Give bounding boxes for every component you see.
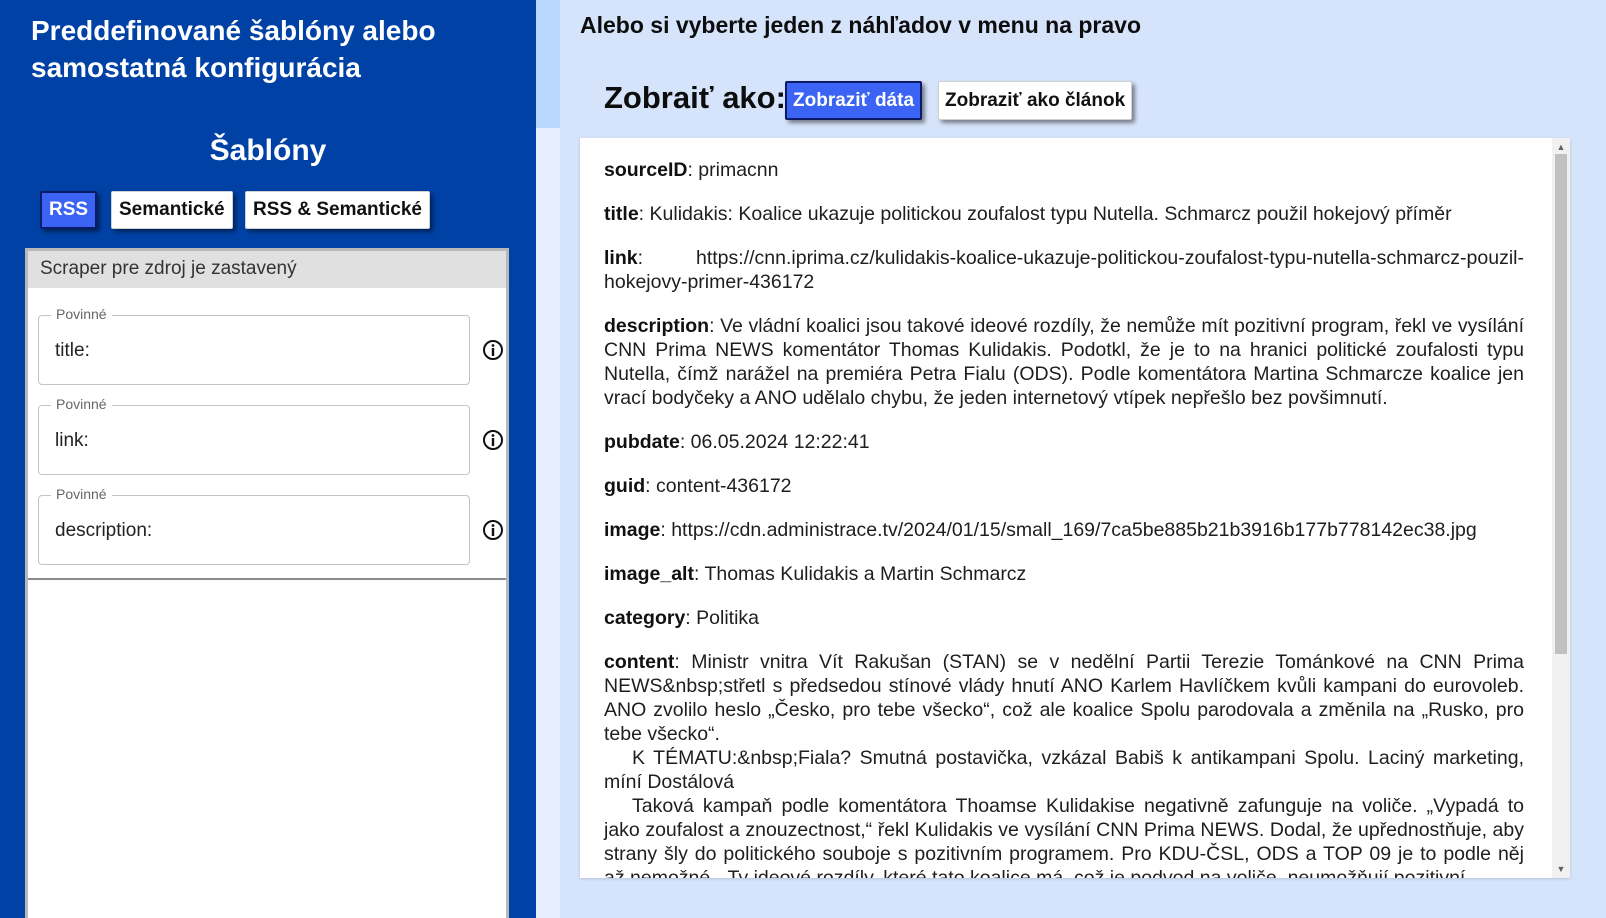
- data-item: guid: content-436172: [604, 474, 1524, 498]
- data-key: image: [604, 519, 661, 541]
- data-key: link: [604, 247, 638, 269]
- data-value: : Ministr vnitra Vít Rakušan (STAN) se v…: [604, 651, 1524, 745]
- description-input[interactable]: description:: [55, 520, 152, 542]
- info-icon[interactable]: [482, 429, 504, 451]
- content-paragraph: Taková kampaň podle komentátora Thoamse …: [604, 795, 1524, 878]
- data-item: category: Politika: [604, 606, 1524, 630]
- content-item: content: Ministr vnitra Vít Rakušan (STA…: [604, 650, 1524, 878]
- data-key: sourceID: [604, 159, 688, 181]
- data-value: : https://cnn.iprima.cz/kulidakis-koalic…: [604, 247, 1524, 293]
- data-value: : Ve vládní koalici jsou takové ideové r…: [604, 315, 1524, 409]
- data-item: sourceID: primacnn: [604, 158, 1524, 182]
- data-value: : Politika: [685, 607, 759, 629]
- description-field[interactable]: Povinné description:: [38, 486, 470, 565]
- data-value: : Thomas Kulidakis a Martin Schmarcz: [693, 563, 1027, 585]
- data-item: link: https://cnn.iprima.cz/kulidakis-ko…: [604, 246, 1524, 294]
- template-rss-button[interactable]: RSS: [40, 191, 98, 229]
- show-article-button[interactable]: Zobraziť ako článok: [938, 81, 1133, 120]
- data-key: title: [604, 203, 639, 225]
- info-icon[interactable]: [482, 519, 504, 541]
- data-item: description: Ve vládní koalici jsou tako…: [604, 314, 1524, 410]
- link-field[interactable]: Povinné link:: [38, 396, 470, 475]
- data-preview-content: sourceID: primacnn title: Kulidakis: Koa…: [604, 158, 1524, 878]
- preview-heading: Alebo si vyberte jeden z náhľadov v menu…: [580, 12, 1142, 38]
- panel-title: Preddefinované šablóny alebo samostatná …: [31, 15, 436, 83]
- data-item: image_alt: Thomas Kulidakis a Martin Sch…: [604, 562, 1524, 586]
- field-legend: Povinné: [51, 396, 112, 412]
- title-input[interactable]: title:: [55, 340, 90, 362]
- config-form: Scraper pre zdroj je zastavený Povinné t…: [25, 248, 509, 918]
- data-value: : content-436172: [645, 475, 792, 497]
- data-key: content: [604, 651, 675, 673]
- scrollbar[interactable]: ▲ ▼: [1552, 138, 1570, 878]
- field-legend: Povinné: [51, 486, 112, 502]
- scroll-down-arrow-icon[interactable]: ▼: [1552, 862, 1570, 876]
- info-icon[interactable]: [482, 339, 504, 361]
- template-rss-semantic-button[interactable]: RSS & Semantické: [245, 191, 430, 229]
- show-as-label: Zobraiť ako:: [604, 80, 786, 115]
- show-data-button[interactable]: Zobraziť dáta: [785, 81, 923, 120]
- data-key: description: [604, 315, 710, 337]
- data-item: pubdate: 06.05.2024 12:22:41: [604, 430, 1524, 454]
- scrollbar-thumb[interactable]: [1555, 154, 1567, 654]
- panel-divider-lower: [536, 128, 560, 918]
- config-panel: Preddefinované šablóny alebo samostatná …: [0, 0, 536, 918]
- data-value: : Kulidakis: Koalice ukazuje politickou …: [638, 203, 1452, 225]
- data-value: : https://cdn.administrace.tv/2024/01/15…: [660, 519, 1477, 541]
- data-value: : primacnn: [687, 159, 779, 181]
- title-field[interactable]: Povinné title:: [38, 306, 470, 385]
- data-item: image: https://cdn.administrace.tv/2024/…: [604, 518, 1524, 542]
- data-key: guid: [604, 475, 646, 497]
- scroll-up-arrow-icon[interactable]: ▲: [1552, 140, 1570, 154]
- form-divider: [28, 578, 506, 580]
- data-item: title: Kulidakis: Koalice ukazuje politi…: [604, 202, 1524, 226]
- scraper-status: Scraper pre zdroj je zastavený: [28, 251, 506, 288]
- data-preview-panel[interactable]: sourceID: primacnn title: Kulidakis: Koa…: [580, 138, 1570, 878]
- data-key: category: [604, 607, 686, 629]
- content-paragraph: content: Ministr vnitra Vít Rakušan (STA…: [604, 650, 1524, 746]
- link-input[interactable]: link:: [55, 430, 89, 452]
- data-key: image_alt: [604, 563, 694, 585]
- content-paragraph: K TÉMATU:&nbsp;Fiala? Smutná postavička,…: [604, 747, 1524, 793]
- field-legend: Povinné: [51, 306, 112, 322]
- template-semantic-button[interactable]: Semantické: [111, 191, 233, 229]
- data-value: : 06.05.2024 12:22:41: [679, 431, 870, 453]
- templates-heading: Šablóny: [209, 134, 327, 167]
- data-key: pubdate: [604, 431, 680, 453]
